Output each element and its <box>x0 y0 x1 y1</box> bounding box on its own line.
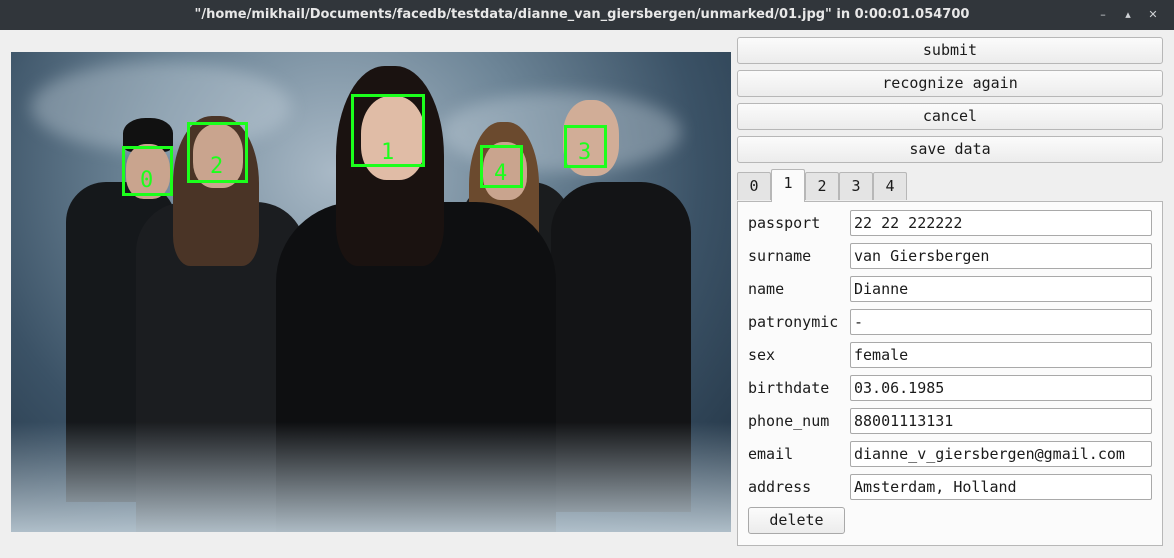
close-icon[interactable]: ✕ <box>1146 8 1160 22</box>
email-label: email <box>748 445 794 463</box>
restore-icon[interactable]: ▴ <box>1121 8 1135 22</box>
birthdate-field[interactable] <box>850 375 1152 401</box>
name-label: name <box>748 280 785 298</box>
name-field[interactable] <box>850 276 1152 302</box>
recognize-again-button[interactable]: recognize again <box>737 70 1163 97</box>
delete-button[interactable]: delete <box>748 507 845 534</box>
tab-1[interactable]: 1 <box>771 169 805 202</box>
submit-button[interactable]: submit <box>737 37 1163 64</box>
tab-2[interactable]: 2 <box>805 172 839 200</box>
phone-num-label: phone_num <box>748 412 830 430</box>
passport-field[interactable] <box>850 210 1152 236</box>
tab-4[interactable]: 4 <box>873 172 907 200</box>
passport-label: passport <box>748 214 821 232</box>
face-label-0: 0 <box>140 168 154 193</box>
birthdate-label: birthdate <box>748 379 830 397</box>
sex-field[interactable] <box>850 342 1152 368</box>
cancel-button[interactable]: cancel <box>737 103 1163 130</box>
patronymic-field[interactable] <box>850 309 1152 335</box>
tab-0[interactable]: 0 <box>737 172 771 200</box>
phone-num-field[interactable] <box>850 408 1152 434</box>
save-data-button[interactable]: save data <box>737 136 1163 163</box>
fog <box>11 422 731 532</box>
surname-label: surname <box>748 247 812 265</box>
face-label-4: 4 <box>494 161 508 186</box>
face-label-3: 3 <box>578 140 592 165</box>
address-field[interactable] <box>850 474 1152 500</box>
sex-label: sex <box>748 346 776 364</box>
face-label-2: 2 <box>210 154 224 179</box>
email-field[interactable] <box>850 441 1152 467</box>
face-label-1: 1 <box>381 140 395 165</box>
minimize-icon[interactable]: – <box>1096 8 1110 22</box>
address-label: address <box>748 478 812 496</box>
patronymic-label: patronymic <box>748 313 839 331</box>
title-bar: "/home/mikhail/Documents/facedb/testdata… <box>0 0 1174 30</box>
surname-field[interactable] <box>850 243 1152 269</box>
tab-3[interactable]: 3 <box>839 172 873 200</box>
window-title: "/home/mikhail/Documents/facedb/testdata… <box>194 7 970 22</box>
photo-view: 0 1 2 3 4 <box>11 52 731 532</box>
